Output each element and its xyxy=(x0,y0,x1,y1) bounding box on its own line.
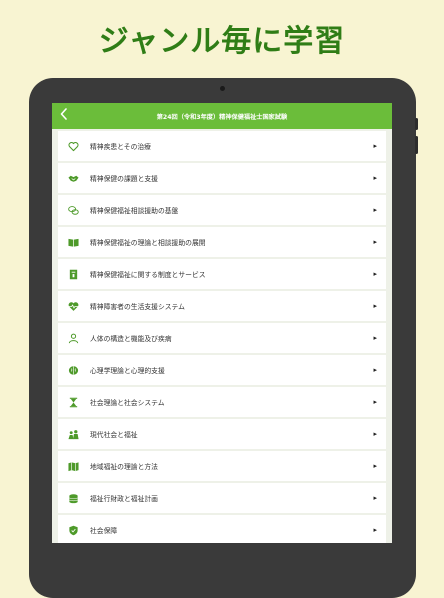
people-icon xyxy=(67,428,79,440)
list-item-label: 人体の構造と機能及び疾病 xyxy=(90,335,172,343)
list-item-label: 社会保障 xyxy=(90,527,118,535)
chevron-right-icon: ▸ xyxy=(373,334,377,342)
list-item-label: 精神保健福祉相談援助の基盤 xyxy=(90,207,179,215)
list-item[interactable]: 精神保健福祉に関する制度とサービス ▸ xyxy=(58,259,386,289)
side-button-bottom xyxy=(415,136,418,154)
list-item-label: 精神保健福祉の理論と相談援助の展開 xyxy=(90,239,206,247)
list-item[interactable]: 福祉行財政と福祉計画 ▸ xyxy=(58,483,386,513)
list-item[interactable]: 人体の構造と機能及び疾病 ▸ xyxy=(58,323,386,353)
list-item-label: 地域福祉の理論と方法 xyxy=(90,463,158,471)
headline: ジャンル毎に学習 xyxy=(98,24,346,59)
chevron-right-icon: ▸ xyxy=(373,302,377,310)
list-item-label: 精神疾患とその治療 xyxy=(90,143,151,151)
chevron-right-icon: ▸ xyxy=(373,526,377,534)
list-item[interactable]: 地域福祉の理論と方法 ▸ xyxy=(58,451,386,481)
document-icon xyxy=(67,268,79,280)
list-item-label: 現代社会と福祉 xyxy=(90,431,138,439)
chevron-right-icon: ▸ xyxy=(373,270,377,278)
list-item[interactable]: 精神疾患とその治療 ▸ xyxy=(58,131,386,161)
list-item[interactable]: 社会理論と社会システム ▸ xyxy=(58,387,386,417)
handshake-icon xyxy=(67,172,79,184)
brain-icon xyxy=(67,364,79,376)
camera xyxy=(220,86,225,91)
chevron-left-icon xyxy=(60,108,67,120)
shield-icon xyxy=(67,524,79,536)
genre-list: 精神疾患とその治療 ▸ 精神保健の課題と支援 ▸ 精神保健福祉相談援助の基盤 ▸… xyxy=(58,131,386,543)
chevron-right-icon: ▸ xyxy=(373,494,377,502)
chevron-right-icon: ▸ xyxy=(373,398,377,406)
coins-icon xyxy=(67,492,79,504)
nav-title: 第24回（令和3年度）精神保健福祉士国家試験 xyxy=(156,113,288,121)
chevron-right-icon: ▸ xyxy=(373,462,377,470)
list-item[interactable]: 精神保健福祉相談援助の基盤 ▸ xyxy=(58,195,386,225)
chevron-right-icon: ▸ xyxy=(373,430,377,438)
list-item-label: 精神保健の課題と支援 xyxy=(90,175,158,183)
nav-bar: 第24回（令和3年度）精神保健福祉士国家試験 xyxy=(52,103,392,129)
list-item[interactable]: 精神保健の課題と支援 ▸ xyxy=(58,163,386,193)
list-item-label: 社会理論と社会システム xyxy=(90,399,165,407)
list-item-label: 精神保健福祉に関する制度とサービス xyxy=(90,271,206,279)
open-book-icon xyxy=(67,236,79,248)
back-button[interactable] xyxy=(56,106,72,126)
app-screen: 第24回（令和3年度）精神保健福祉士国家試験 精神疾患とその治療 ▸ 精神保健の… xyxy=(52,103,392,543)
heart-outline-icon xyxy=(67,140,79,152)
person-icon xyxy=(67,332,79,344)
chat-bubbles-icon xyxy=(67,204,79,216)
list-item-label: 福祉行財政と福祉計画 xyxy=(90,495,158,503)
list-item[interactable]: 精神保健福祉の理論と相談援助の展開 ▸ xyxy=(58,227,386,257)
list-item-label: 精神障害者の生活支援システム xyxy=(90,303,185,311)
hourglass-icon xyxy=(67,396,79,408)
list-item[interactable]: 精神障害者の生活支援システム ▸ xyxy=(58,291,386,321)
chevron-right-icon: ▸ xyxy=(373,142,377,150)
chevron-right-icon: ▸ xyxy=(373,366,377,374)
chevron-right-icon: ▸ xyxy=(373,206,377,214)
map-icon xyxy=(67,460,79,472)
list-item[interactable]: 現代社会と福祉 ▸ xyxy=(58,419,386,449)
chevron-right-icon: ▸ xyxy=(373,238,377,246)
side-button-top xyxy=(415,118,418,130)
heartbeat-icon xyxy=(67,300,79,312)
list-item[interactable]: 心理学理論と心理的支援 ▸ xyxy=(58,355,386,385)
list-item[interactable]: 社会保障 ▸ xyxy=(58,515,386,543)
list-item-label: 心理学理論と心理的支援 xyxy=(90,367,165,375)
chevron-right-icon: ▸ xyxy=(373,174,377,182)
